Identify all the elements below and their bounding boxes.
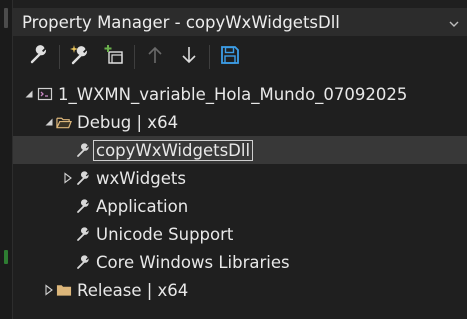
project-icon: [37, 86, 53, 102]
tree-node-sheet[interactable]: Unicode Support: [13, 220, 467, 248]
toolbar-separator: [134, 45, 135, 69]
wrench-icon: [75, 142, 91, 158]
expanded-triangle-icon[interactable]: [43, 116, 55, 128]
wrench-sparkle-icon: [69, 44, 91, 70]
sheet-label: Unicode Support: [96, 224, 234, 244]
collapsed-triangle-icon[interactable]: [62, 172, 74, 184]
move-down-button[interactable]: [175, 43, 203, 71]
toolbar-separator: [209, 45, 210, 69]
sheet-label: copyWxWidgetsDll: [92, 139, 254, 161]
sheet-label: Core Windows Libraries: [96, 252, 290, 272]
folder-open-icon: [56, 114, 72, 130]
release-config-label: Release | x64: [77, 280, 189, 300]
toolbar: [13, 37, 467, 77]
project-name: 1_WXMN_variable_Hola_Mundo_07092025: [58, 84, 408, 104]
add-new-property-sheet-button[interactable]: [66, 43, 94, 71]
save-button[interactable]: [216, 43, 244, 71]
tree-node-sheet[interactable]: Application: [13, 192, 467, 220]
properties-button[interactable]: [25, 43, 53, 71]
wrench-icon: [75, 198, 91, 214]
tree-node-project[interactable]: 1_WXMN_variable_Hola_Mundo_07092025: [13, 80, 467, 108]
edge-status-marker: [4, 250, 8, 264]
tool-window-title-bar[interactable]: Property Manager - copyWxWidgetsDll: [13, 8, 467, 36]
sheet-label: wxWidgets: [96, 168, 186, 188]
move-up-button[interactable]: [141, 43, 169, 71]
add-existing-property-sheet-icon: [103, 44, 125, 70]
adjacent-window-edge: [0, 0, 13, 319]
tree-node-sheet[interactable]: copyWxWidgetsDll: [13, 136, 467, 164]
add-existing-property-sheet-button[interactable]: [100, 43, 128, 71]
title-controls: [445, 13, 463, 31]
tree-node-sheet[interactable]: Core Windows Libraries: [13, 248, 467, 276]
arrow-down-icon: [180, 45, 198, 69]
edge-tab-marker: [4, 8, 8, 28]
tree-node-sheet[interactable]: wxWidgets: [13, 164, 467, 192]
tree-node-release-config[interactable]: Release | x64: [13, 276, 467, 304]
property-tree: 1_WXMN_variable_Hola_Mundo_07092025 Debu…: [13, 80, 467, 304]
tree-node-debug-config[interactable]: Debug | x64: [13, 108, 467, 136]
window-menu-button[interactable]: [445, 13, 463, 31]
property-manager-panel: Property Manager - copyWxWidgetsDll 1_WX…: [0, 0, 467, 319]
chevron-down-icon: [449, 13, 459, 32]
save-icon: [220, 45, 240, 69]
sheet-label: Application: [96, 196, 189, 216]
window-title: Property Manager - copyWxWidgetsDll: [22, 12, 340, 32]
collapsed-triangle-icon[interactable]: [43, 284, 55, 296]
wrench-icon: [75, 226, 91, 242]
wrench-icon: [29, 45, 49, 69]
wrench-icon: [75, 170, 91, 186]
folder-icon: [56, 282, 72, 298]
wrench-icon: [75, 254, 91, 270]
expanded-triangle-icon[interactable]: [23, 88, 35, 100]
toolbar-separator: [59, 45, 60, 69]
arrow-up-icon: [146, 45, 164, 69]
debug-config-label: Debug | x64: [77, 112, 179, 132]
